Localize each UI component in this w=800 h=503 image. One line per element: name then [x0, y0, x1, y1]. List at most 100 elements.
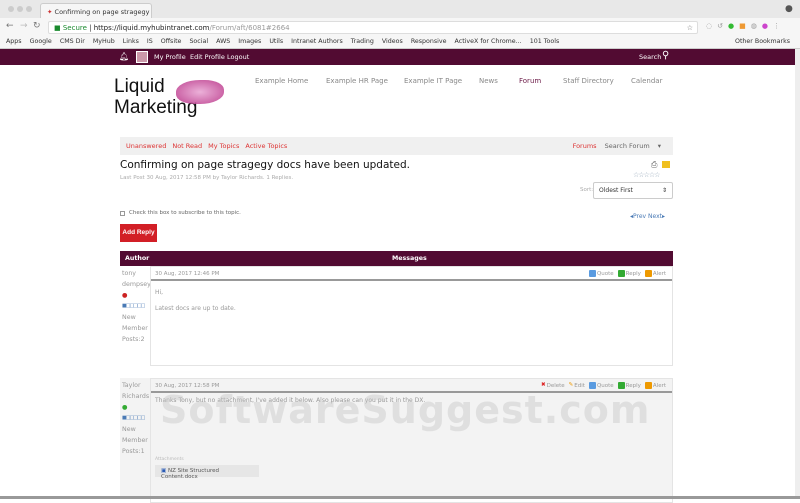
nav-news[interactable]: News: [479, 77, 498, 85]
post-count: Posts:1: [122, 448, 145, 455]
offline-status-icon: ●: [122, 292, 128, 299]
attachment-name: NZ Site Structured Content.docx: [161, 468, 219, 480]
nav-example-hr[interactable]: Example HR Page: [326, 77, 388, 85]
star-icon[interactable]: ☆: [687, 24, 693, 32]
bookmark[interactable]: Responsive: [411, 38, 447, 45]
author-name[interactable]: Taylor: [122, 380, 152, 391]
nav-forum[interactable]: Forum: [519, 77, 541, 85]
site-top-bar: 🔔︎ My Profile Edit Profile Logout Search…: [0, 49, 795, 65]
nav-staff-directory[interactable]: Staff Directory: [563, 77, 614, 85]
search-forum-dropdown[interactable]: Search Forum: [605, 142, 650, 150]
bookmark[interactable]: Social: [189, 38, 208, 45]
bookmark[interactable]: Intranet Authors: [291, 38, 343, 45]
avatar[interactable]: [136, 51, 148, 63]
search-icon[interactable]: ⚲: [662, 50, 669, 61]
edit-profile-link[interactable]: Edit Profile: [190, 53, 225, 61]
filter-not-read[interactable]: Not Read: [172, 142, 202, 150]
lock-icon: ■: [54, 24, 61, 32]
nav-example-home[interactable]: Example Home: [255, 77, 308, 85]
rating-stars[interactable]: ☆☆☆☆☆: [633, 171, 660, 179]
tab-bar: ✦ Confirming on page stragegy × ●: [0, 0, 800, 18]
quote-icon: [588, 270, 596, 277]
author-name-2[interactable]: Richards: [122, 391, 152, 402]
bell-icon[interactable]: 🔔︎: [119, 52, 129, 61]
maximize-window-button[interactable]: [26, 6, 32, 12]
scrollbar[interactable]: [795, 49, 800, 499]
bookmark[interactable]: Apps: [6, 38, 22, 45]
reply-button[interactable]: Reply: [617, 270, 641, 277]
sort-value: Oldest First: [599, 187, 633, 194]
alert-icon: [644, 270, 652, 277]
quote-button[interactable]: Quote: [588, 270, 614, 277]
topic-title: Confirming on page stragegy docs have be…: [120, 159, 410, 171]
add-reply-button[interactable]: Add Reply: [120, 224, 157, 242]
prev-next-nav: ◂Prev Next▸: [630, 213, 665, 220]
bookmark[interactable]: Trading: [351, 38, 374, 45]
select-arrows-icon: ⇕: [661, 187, 667, 194]
url-input[interactable]: ■ Secure | https://liquid.myhubintranet.…: [48, 21, 698, 34]
nav-example-it[interactable]: Example IT Page: [404, 77, 462, 85]
tab-title: Confirming on page stragegy: [54, 8, 150, 16]
favicon-icon: ✦: [47, 8, 53, 16]
bookmark[interactable]: IS: [147, 38, 153, 45]
bookmark[interactable]: Google: [30, 38, 52, 45]
url-host: https://liquid.myhubintranet.com: [93, 24, 210, 32]
logo-splash-image: [176, 80, 224, 104]
table-header: Author Messages: [120, 251, 673, 266]
address-bar-row: ← → ↻ ■ Secure | https://liquid.myhubint…: [0, 18, 800, 36]
print-icon[interactable]: ⎙: [651, 160, 657, 170]
bookmark[interactable]: Offsite: [161, 38, 182, 45]
topic-meta: Last Post 30 Aug, 2017 12:58 PM by Taylo…: [120, 175, 294, 181]
subscribe-label: Check this box to subscribe to this topi…: [129, 210, 241, 216]
attachments-label: Attachments: [155, 457, 184, 462]
bookmark[interactable]: 101 Tools: [530, 38, 560, 45]
author-name-2[interactable]: dempsey: [122, 279, 152, 290]
bookmark[interactable]: AWS: [216, 38, 230, 45]
close-window-button[interactable]: [8, 6, 14, 12]
alert-button[interactable]: Alert: [644, 270, 666, 277]
post-text: Latest docs are up to date.: [155, 305, 236, 312]
prev-link[interactable]: Prev: [633, 213, 646, 220]
bookmark[interactable]: Utils: [269, 38, 283, 45]
rank-bar: ■□□□□□: [122, 303, 145, 309]
search-link[interactable]: Search: [639, 53, 661, 61]
bookmark[interactable]: Videos: [382, 38, 403, 45]
back-icon[interactable]: ←: [6, 21, 14, 31]
next-link[interactable]: Next: [648, 213, 662, 220]
post-count: Posts:2: [122, 336, 145, 343]
bookmark[interactable]: Images: [238, 38, 261, 45]
rank-label-2: Member: [122, 437, 148, 444]
bookmark[interactable]: CMS Dir: [60, 38, 85, 45]
reload-icon[interactable]: ↻: [33, 21, 41, 31]
close-tab-icon[interactable]: ×: [152, 8, 153, 16]
messages-header: Messages: [392, 255, 427, 262]
forums-link[interactable]: Forums: [573, 142, 597, 150]
sort-select[interactable]: Oldest First ⇕: [593, 182, 673, 199]
filter-unanswered[interactable]: Unanswered: [126, 142, 166, 150]
forum-filter-bar: Unanswered Not Read My Topics Active Topics…: [120, 137, 673, 155]
bookmark[interactable]: MyHub: [93, 38, 115, 45]
subscribe-checkbox[interactable]: [120, 211, 125, 216]
attachment-link[interactable]: ▣ NZ Site Structured Content.docx: [155, 465, 259, 480]
filter-my-topics[interactable]: My Topics: [208, 142, 239, 150]
bookmark[interactable]: Links: [123, 38, 139, 45]
author-name[interactable]: tony: [122, 268, 152, 279]
minimize-window-button[interactable]: [17, 6, 23, 12]
extension-icons[interactable]: ◌↺●■◍●⋮: [706, 22, 785, 30]
reply-icon: [617, 270, 625, 277]
bookmark[interactable]: ActiveX for Chrome...: [455, 38, 522, 45]
email-icon[interactable]: [662, 161, 670, 168]
filter-active-topics[interactable]: Active Topics: [245, 142, 287, 150]
my-profile-link[interactable]: My Profile: [154, 53, 186, 61]
forward-icon[interactable]: →: [20, 21, 28, 31]
logout-link[interactable]: Logout: [227, 53, 249, 61]
other-bookmarks[interactable]: Other Bookmarks: [735, 38, 790, 45]
post-date: 30 Aug, 2017 12:46 PM: [155, 271, 220, 277]
secure-label: Secure: [62, 24, 87, 32]
profile-icon[interactable]: ●: [785, 4, 793, 14]
nav-calendar[interactable]: Calendar: [631, 77, 662, 85]
browser-tab[interactable]: ✦ Confirming on page stragegy ×: [40, 3, 152, 18]
rank-bar: ■□□□□□: [122, 415, 145, 421]
online-status-icon: ●: [122, 404, 128, 411]
rank-label: New: [122, 426, 136, 433]
